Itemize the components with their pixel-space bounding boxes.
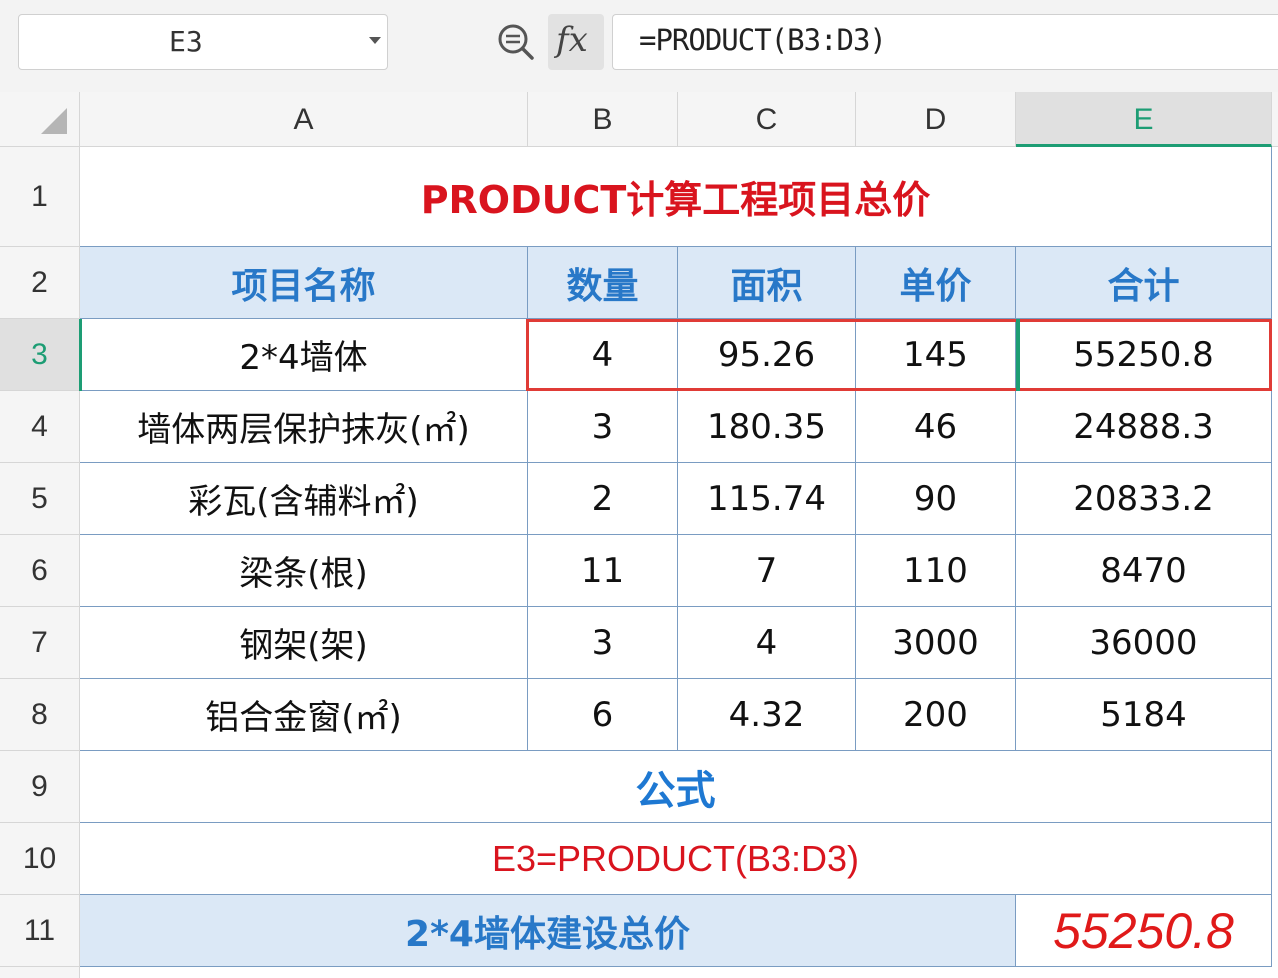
formula-section-title[interactable]: 公式 xyxy=(80,751,1272,823)
column-header-a[interactable]: A xyxy=(80,92,528,147)
row-header-7[interactable]: 7 xyxy=(0,607,80,679)
chevron-down-icon[interactable] xyxy=(369,37,381,44)
header-item-name[interactable]: 项目名称 xyxy=(80,247,528,319)
total-label[interactable]: 2*4墙体建设总价 xyxy=(80,895,1016,967)
row-header-3[interactable]: 3 xyxy=(0,319,80,391)
cell-a5[interactable]: 彩瓦(含辅料㎡) xyxy=(80,463,528,535)
cell-c7[interactable]: 4 xyxy=(678,607,856,679)
zoom-out-icon[interactable] xyxy=(496,22,536,62)
cell-b7[interactable]: 3 xyxy=(528,607,678,679)
cell-d5[interactable]: 90 xyxy=(856,463,1016,535)
row-header-12 xyxy=(0,967,80,978)
row-header-4[interactable]: 4 xyxy=(0,391,80,463)
cell-e6[interactable]: 8470 xyxy=(1016,535,1272,607)
row-header-1[interactable]: 1 xyxy=(0,147,80,247)
select-all-button[interactable] xyxy=(0,92,80,147)
cell-b6[interactable]: 11 xyxy=(528,535,678,607)
cell-b3[interactable]: 4 xyxy=(528,319,678,391)
total-value[interactable]: 55250.8 xyxy=(1016,895,1272,967)
sheet-title[interactable]: PRODUCT计算工程项目总价 xyxy=(80,147,1272,247)
cell-d7[interactable]: 3000 xyxy=(856,607,1016,679)
spreadsheet-grid: A B C D E 1 2 3 4 5 6 7 8 9 10 11 PRODUC… xyxy=(0,92,1278,978)
cell-b4[interactable]: 3 xyxy=(528,391,678,463)
cell-b5[interactable]: 2 xyxy=(528,463,678,535)
insert-function-button[interactable]: fx xyxy=(548,14,604,70)
active-cell-marker xyxy=(1016,319,1020,391)
cell-a8[interactable]: 铝合金窗(㎡) xyxy=(80,679,528,751)
header-total[interactable]: 合计 xyxy=(1016,247,1272,319)
column-header-d[interactable]: D xyxy=(856,92,1016,147)
cell-b8[interactable]: 6 xyxy=(528,679,678,751)
column-header-e[interactable]: E xyxy=(1016,92,1272,147)
cell-c6[interactable]: 7 xyxy=(678,535,856,607)
formula-bar: E3 fx =PRODUCT(B3:D3) xyxy=(0,0,1278,92)
name-box[interactable]: E3 xyxy=(18,14,388,70)
row-3-selection-marker xyxy=(79,319,82,391)
name-box-value: E3 xyxy=(169,25,203,58)
cell-e7[interactable]: 36000 xyxy=(1016,607,1272,679)
cell-c5[interactable]: 115.74 xyxy=(678,463,856,535)
cell-a4[interactable]: 墙体两层保护抹灰(㎡) xyxy=(80,391,528,463)
row-header-10[interactable]: 10 xyxy=(0,823,80,895)
row-header-8[interactable]: 8 xyxy=(0,679,80,751)
cell-e5[interactable]: 20833.2 xyxy=(1016,463,1272,535)
header-area[interactable]: 面积 xyxy=(678,247,856,319)
cell-c8[interactable]: 4.32 xyxy=(678,679,856,751)
column-header-f xyxy=(1272,92,1278,147)
formula-description[interactable]: E3=PRODUCT(B3:D3) xyxy=(80,823,1272,895)
fx-icon: fx xyxy=(556,20,588,60)
cell-e3[interactable]: 55250.8 xyxy=(1016,319,1272,391)
row-header-5[interactable]: 5 xyxy=(0,463,80,535)
cell-d4[interactable]: 46 xyxy=(856,391,1016,463)
cell-e4[interactable]: 24888.3 xyxy=(1016,391,1272,463)
cell-d6[interactable]: 110 xyxy=(856,535,1016,607)
cell-c4[interactable]: 180.35 xyxy=(678,391,856,463)
cell-d8[interactable]: 200 xyxy=(856,679,1016,751)
formula-input[interactable]: =PRODUCT(B3:D3) xyxy=(612,14,1278,70)
cell-c3[interactable]: 95.26 xyxy=(678,319,856,391)
cell-d3[interactable]: 145 xyxy=(856,319,1016,391)
formula-text: =PRODUCT(B3:D3) xyxy=(639,23,887,57)
row-header-6[interactable]: 6 xyxy=(0,535,80,607)
cell-e8[interactable]: 5184 xyxy=(1016,679,1272,751)
column-header-c[interactable]: C xyxy=(678,92,856,147)
column-header-b[interactable]: B xyxy=(528,92,678,147)
row-header-11[interactable]: 11 xyxy=(0,895,80,967)
cell-a3[interactable]: 2*4墙体 xyxy=(80,319,528,391)
cell-a7[interactable]: 钢架(架) xyxy=(80,607,528,679)
select-all-triangle-icon xyxy=(41,108,67,134)
header-unit-price[interactable]: 单价 xyxy=(856,247,1016,319)
cell-a6[interactable]: 梁条(根) xyxy=(80,535,528,607)
header-quantity[interactable]: 数量 xyxy=(528,247,678,319)
row-header-2[interactable]: 2 xyxy=(0,247,80,319)
row-header-9[interactable]: 9 xyxy=(0,751,80,823)
